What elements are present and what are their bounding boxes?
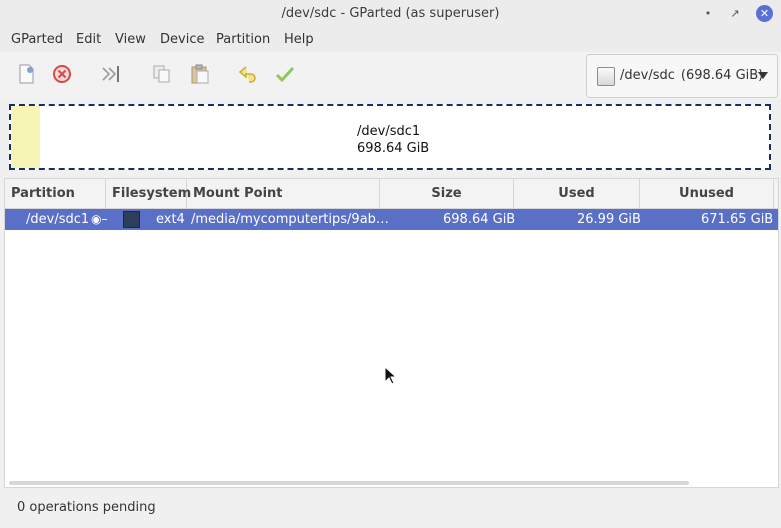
minimize-icon[interactable]: • <box>700 6 716 22</box>
col-size[interactable]: Size <box>380 179 514 208</box>
chevron-down-icon <box>758 72 768 79</box>
graph-partition-sdc1[interactable]: /dev/sdc1 698.64 GiB <box>9 104 771 170</box>
status-bar: 0 operations pending <box>0 490 781 528</box>
graph-used-space <box>11 106 40 168</box>
undo-icon[interactable] <box>236 62 260 86</box>
device-selector[interactable]: /dev/sdc (698.64 GiB) <box>586 54 778 98</box>
menu-partition[interactable]: Partition <box>216 32 270 47</box>
menu-device[interactable]: Device <box>160 32 204 47</box>
mouse-cursor-icon <box>384 365 398 390</box>
col-mount-point[interactable]: Mount Point <box>187 179 380 208</box>
graph-partition-size: 698.64 GiB <box>357 141 430 156</box>
copy-icon[interactable] <box>150 62 174 86</box>
graph-partition-name: /dev/sdc1 <box>357 124 421 139</box>
device-size: (698.64 GiB) <box>680 68 764 83</box>
paste-icon[interactable] <box>188 62 212 86</box>
menu-help[interactable]: Help <box>284 32 314 47</box>
cell-used: 26.99 GiB <box>577 212 641 227</box>
menu-edit[interactable]: Edit <box>76 32 101 47</box>
cell-partition: /dev/sdc1 <box>26 212 90 227</box>
menu-view[interactable]: View <box>115 32 146 47</box>
cell-size: 698.64 GiB <box>443 212 516 227</box>
disk-icon <box>597 67 615 86</box>
col-unused[interactable]: Unused <box>640 179 774 208</box>
new-partition-icon[interactable] <box>14 62 38 86</box>
table-row[interactable]: /dev/sdc1 ◉– ext4 /media/mycomputertips/… <box>5 209 778 230</box>
col-used[interactable]: Used <box>514 179 640 208</box>
graph-label: /dev/sdc1 698.64 GiB <box>357 123 429 157</box>
status-text: 0 operations pending <box>17 500 156 515</box>
horizontal-scrollbar[interactable] <box>9 481 689 485</box>
menu-bar: GParted Edit View Device Partition Help <box>0 28 781 52</box>
close-icon[interactable]: ✕ <box>756 5 773 22</box>
window-title: /dev/sdc - GParted (as superuser) <box>281 6 500 21</box>
cell-unused: 671.65 GiB <box>701 212 774 227</box>
device-name: /dev/sdc <box>620 68 675 83</box>
cell-filesystem: ext4 <box>156 212 185 227</box>
delete-icon[interactable] <box>50 62 74 86</box>
key-icon: ◉– <box>91 212 108 226</box>
filesystem-color-swatch <box>123 211 140 228</box>
table-header: Partition Filesystem Mount Point Size Us… <box>5 179 778 209</box>
device-label: /dev/sdc (698.64 GiB) <box>620 68 763 83</box>
apply-icon[interactable] <box>273 62 297 86</box>
maximize-icon[interactable]: ↗ <box>727 6 743 22</box>
partition-table: Partition Filesystem Mount Point Size Us… <box>4 178 779 488</box>
cell-mount-point: /media/mycomputertips/9ab… <box>191 212 389 227</box>
partition-graph[interactable]: /dev/sdc1 698.64 GiB <box>9 104 771 170</box>
title-bar: /dev/sdc - GParted (as superuser) • ↗ ✕ <box>0 0 781 28</box>
menu-gparted[interactable]: GParted <box>11 32 63 47</box>
resize-move-icon[interactable] <box>99 62 123 86</box>
col-filesystem[interactable]: Filesystem <box>106 179 191 208</box>
col-partition[interactable]: Partition <box>5 179 106 208</box>
